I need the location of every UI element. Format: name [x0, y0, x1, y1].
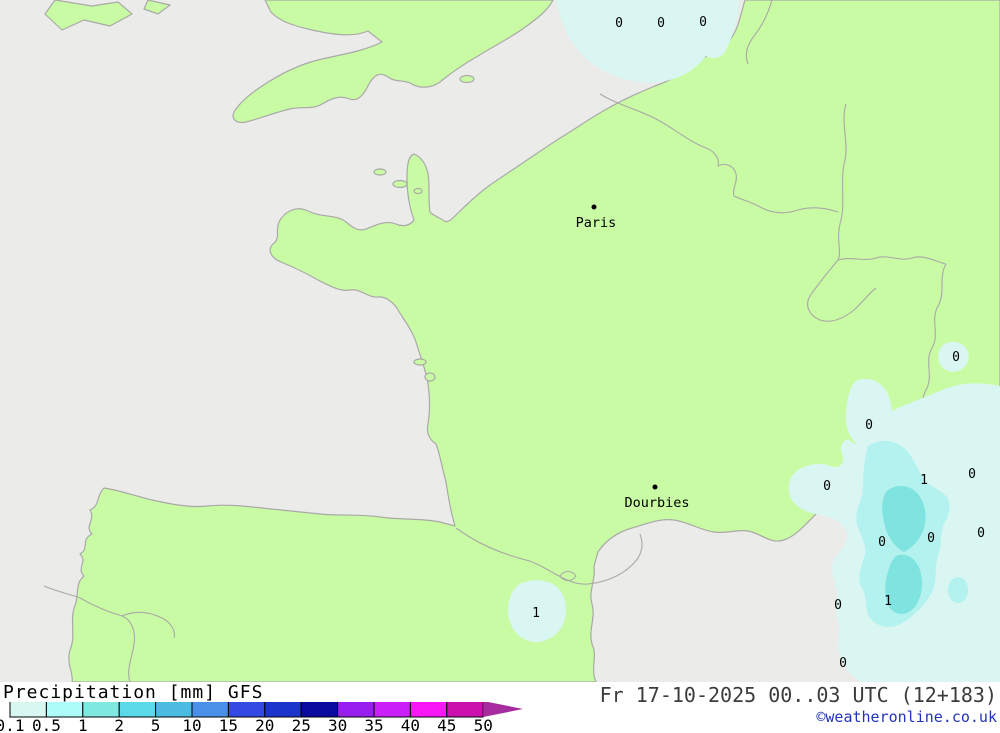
- legend-tick-label: 5: [151, 716, 161, 733]
- legend-tick-label: 20: [255, 716, 274, 733]
- precip-value-label: 0: [878, 535, 886, 550]
- precip-value-label: 1: [884, 594, 892, 609]
- precip-value-label: 1: [920, 473, 928, 488]
- legend-cell: [264, 702, 302, 718]
- legend-cell: [45, 702, 84, 718]
- precip-value-label: 0: [834, 598, 842, 613]
- legend-cell: [300, 702, 339, 718]
- legend-tick-label: 40: [401, 716, 420, 733]
- legend-cell: [227, 702, 266, 718]
- legend-cell: [9, 702, 47, 718]
- precip-value-label: 0: [968, 467, 976, 482]
- land-channel-island: [392, 179, 408, 189]
- precip-value-label: 0: [615, 16, 623, 31]
- footer-bar: Precipitation [mm] GFS 0.1 0.5 1 2 5 10 15 20 25…: [0, 682, 1000, 733]
- land-islet: [424, 372, 436, 382]
- legend-tick-label: 50: [474, 716, 493, 733]
- credit-link[interactable]: ©weatheronline.co.uk: [816, 708, 997, 726]
- legend-tick-labels: 0.1 0.5 1 2 5 10 15 20 25 30 35 40 45 50: [0, 716, 493, 733]
- forecast-datetime: Fr 17-10-2025 00..03 UTC (12+183): [599, 683, 997, 707]
- legend-arrow-icon: [483, 702, 523, 717]
- precip-value-label: 0: [657, 16, 665, 31]
- legend-cell: [155, 702, 193, 718]
- precip-value-label: 0: [977, 526, 985, 541]
- city-marker-dot: [652, 484, 658, 490]
- precip-value-label: 0: [823, 479, 831, 494]
- map-region: 0 0 0 0 0 0 1 0 0 0 0 1 0 1 0 Paris Dourbies: [0, 0, 1000, 682]
- legend-cell: [337, 702, 375, 718]
- legend-tick-label: 10: [182, 716, 201, 733]
- legend-title: Precipitation [mm] GFS: [3, 682, 264, 703]
- legend-cell: [191, 702, 229, 718]
- precip-value-label: 1: [532, 606, 540, 621]
- weather-map-screenshot: 000000100001010 Paris Dourbies Precipitat…: [0, 0, 1000, 733]
- legend-tick-label: 1: [78, 716, 88, 733]
- legend-tick-label: 30: [328, 716, 347, 733]
- legend-cell: [446, 702, 484, 718]
- legend-cell: [409, 702, 448, 718]
- city-label: Paris: [576, 215, 617, 231]
- precip-value-label: 0: [952, 350, 960, 365]
- land-channel-island: [373, 168, 387, 176]
- legend-tick-label: 15: [219, 716, 238, 733]
- map-canvas: 0 0 0 0 0 0 1 0 0 0 0 1 0 1 0 Paris Dourbies: [0, 0, 1000, 682]
- precip-value-label: 0: [839, 656, 847, 671]
- legend-cells: [9, 702, 484, 718]
- precip-medium-spot: [948, 577, 968, 603]
- land-isle-of-wight: [459, 74, 475, 84]
- legend-tick-label: 2: [114, 716, 124, 733]
- legend-tick-label: 25: [292, 716, 311, 733]
- legend-tick-label: 45: [437, 716, 456, 733]
- city-label: Dourbies: [624, 495, 689, 511]
- legend-cell: [373, 702, 411, 718]
- legend-color-scale: 0.1 0.5 1 2 5 10 15 20 25 30 35 40 45 50: [0, 702, 523, 733]
- legend-tick-label: 35: [364, 716, 383, 733]
- legend-tick-label: 0.1: [0, 716, 24, 733]
- legend-cell: [118, 702, 157, 718]
- city-marker-dot: [591, 204, 597, 210]
- land-channel-island: [413, 187, 423, 195]
- land-islet: [413, 358, 427, 366]
- precip-value-label: 0: [699, 15, 707, 30]
- legend-tick-label: 0.5: [32, 716, 61, 733]
- legend-cell: [82, 702, 120, 718]
- precip-value-label: 0: [927, 531, 935, 546]
- precip-value-label: 0: [865, 418, 873, 433]
